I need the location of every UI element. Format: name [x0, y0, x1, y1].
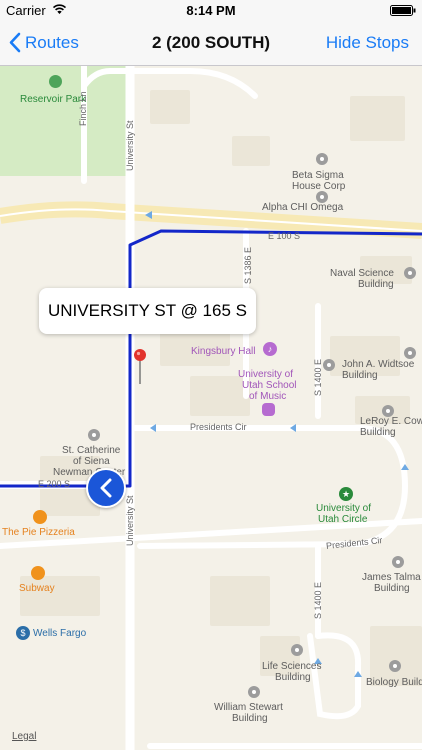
university-circle-label-1: University of: [316, 503, 372, 514]
university-st-top-label: University St: [125, 120, 135, 171]
reservoir-park-label: Reservoir Park: [20, 94, 87, 105]
routes-back-label: Routes: [25, 32, 79, 52]
leroy-label-2: Building: [360, 427, 396, 438]
beta-sigma-poi-icon: [316, 153, 328, 165]
alpha-chi-poi-icon: [316, 191, 328, 203]
subway-label: Subway: [19, 583, 55, 594]
map-view[interactable]: Reservoir Park Finch Ln University St Be…: [0, 66, 422, 750]
park-icon: [49, 75, 62, 88]
beta-sigma-label-2: House Corp: [292, 181, 346, 192]
widtsoe-poi-icon-2: [404, 347, 416, 359]
biology-building-label: Biology Build: [366, 677, 422, 688]
routes-back-button[interactable]: Routes: [8, 32, 79, 53]
status-time: 8:14 PM: [186, 3, 236, 18]
leroy-poi-icon: [382, 405, 394, 417]
life-sciences-poi-icon: [291, 644, 303, 656]
university-st-bottom-label: University St: [125, 495, 135, 546]
life-sciences-label-2: Building: [275, 672, 311, 683]
alpha-chi-omega-label: Alpha CHI Omega: [262, 202, 344, 213]
presidents-cir-top-label: Presidents Cir: [190, 422, 247, 432]
music-school-label-1: University of: [238, 369, 294, 380]
widtsoe-label-2: Building: [342, 370, 378, 381]
biology-poi-icon: [389, 660, 401, 672]
james-talma-label-2: Building: [374, 583, 410, 594]
e-100-s-label: E 100 S: [268, 231, 301, 241]
wells-fargo-label: Wells Fargo: [33, 628, 87, 639]
beta-sigma-label-1: Beta Sigma: [292, 170, 344, 181]
chevron-left-icon: [100, 478, 112, 498]
william-stewart-label-1: William Stewart: [214, 702, 283, 713]
restaurant-icon: [31, 566, 45, 580]
legal-link[interactable]: Legal: [12, 731, 36, 742]
naval-science-label-2: Building: [358, 279, 394, 290]
leroy-label-1: LeRoy E. Cow: [360, 416, 422, 427]
reservoir-park-area: [0, 66, 128, 176]
map-base: [0, 66, 422, 750]
stop-pin-icon[interactable]: [133, 348, 149, 389]
william-stewart-poi-icon: [248, 686, 260, 698]
chevron-left-icon: [9, 32, 21, 53]
navigation-bar: Routes 2 (200 SOUTH) Hide Stops: [0, 20, 422, 66]
university-circle-label-2: Utah Circle: [318, 514, 368, 525]
stop-callout[interactable]: UNIVERSITY ST @ 165 S: [39, 288, 256, 334]
music-school-label-2: Utah School: [242, 380, 297, 391]
widtsoe-label-1: John A. Widtsoe: [342, 359, 415, 370]
bank-icon: $: [16, 626, 30, 640]
hide-stops-button[interactable]: Hide Stops: [326, 33, 409, 53]
naval-science-poi-icon: [404, 267, 416, 279]
route-direction-button[interactable]: [86, 468, 126, 508]
finch-ln-label: Finch Ln: [78, 91, 88, 126]
s-1400-e-bottom-label: S 1400 E: [313, 581, 323, 619]
status-bar: Carrier 8:14 PM: [0, 0, 422, 20]
st-catherine-poi-icon: [88, 429, 100, 441]
e-200-s-label: E 200 S: [38, 479, 71, 489]
naval-science-label-1: Naval Science: [330, 268, 394, 279]
st-catherine-label-2: of Siena: [73, 456, 110, 467]
james-talma-poi-icon: [392, 556, 404, 568]
s-1386-e-label: S 1386 E: [243, 246, 253, 284]
widtsoe-poi-icon: [323, 359, 335, 371]
star-icon: ★: [339, 487, 353, 501]
battery-icon: [390, 4, 416, 16]
music-school-label-3: of Music: [249, 391, 287, 402]
pizza-icon: [33, 510, 47, 524]
school-icon: [262, 403, 275, 416]
life-sciences-label-1: Life Sciences: [262, 661, 322, 672]
william-stewart-label-2: Building: [232, 713, 268, 724]
pie-pizzeria-label: The Pie Pizzeria: [2, 527, 75, 538]
music-note-icon: ♪: [263, 342, 277, 356]
james-talma-label-1: James Talma: [362, 572, 421, 583]
kingsbury-hall-label: Kingsbury Hall: [191, 346, 256, 357]
st-catherine-label-1: St. Catherine: [62, 445, 121, 456]
